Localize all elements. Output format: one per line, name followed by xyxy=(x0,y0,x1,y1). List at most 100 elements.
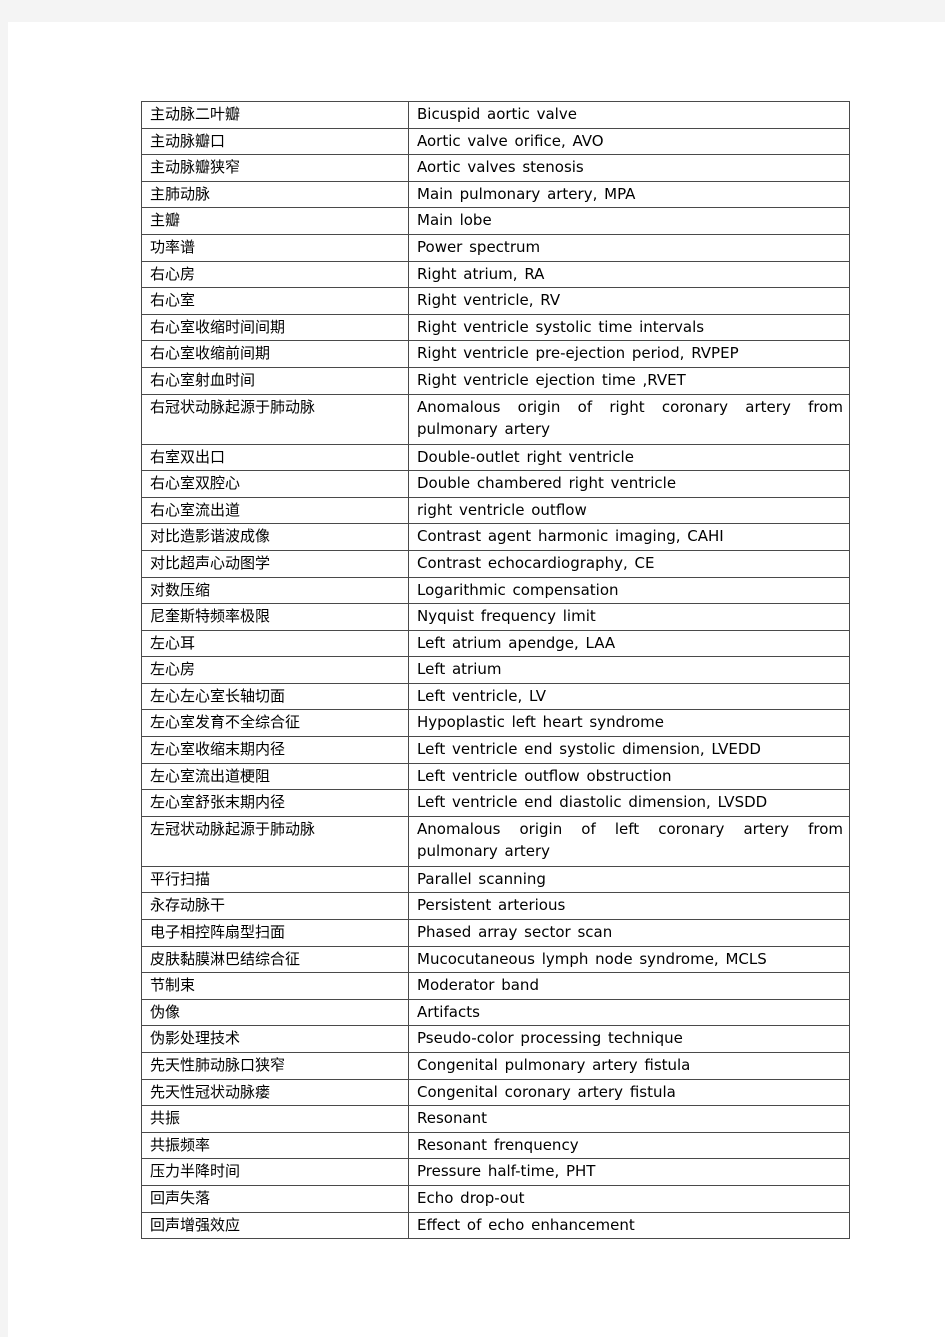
glossary-definition-cell: Moderator band xyxy=(408,972,850,1000)
document-page: 主动脉二叶瓣 Bicuspid aortic valve 主动脉瓣口 Aortic v… xyxy=(8,22,945,1337)
table-row: 左心室收缩末期内径 Left ventricle end systolic dim… xyxy=(141,736,850,764)
glossary-term-cell: 右心室收缩时间间期 xyxy=(141,313,409,342)
table-row: 右心室收缩前间期 Right ventricle pre-ejection per… xyxy=(141,340,850,368)
glossary-definition-cell: Right atrium, RA xyxy=(408,260,850,289)
glossary-term-cell: 右心室双腔心 xyxy=(141,470,409,498)
glossary-definition-cell: Aortic valve orifice, AVO xyxy=(408,127,850,156)
glossary-term-cell: 左心耳 xyxy=(141,629,409,658)
table-row: 节制束 Moderator band xyxy=(141,972,850,1000)
glossary-definition-cell: Hypoplastic left heart syndrome xyxy=(408,709,850,738)
table-row: 右心室双腔心 Double chambered right ventricle xyxy=(141,470,850,498)
glossary-term-cell: 左心室收缩末期内径 xyxy=(141,736,409,764)
glossary-definition-cell: Left ventricle outflow obstruction xyxy=(408,762,850,791)
table-row: 主动脉瓣狭窄 Aortic valves stenosis xyxy=(141,154,850,182)
glossary-definition-cell: Artifacts xyxy=(408,998,850,1027)
glossary-definition-cell: Bicuspid aortic valve xyxy=(408,101,850,129)
table-row: 右心室收缩时间间期 Right ventricle systolic time i… xyxy=(141,313,850,342)
glossary-definition-cell: Contrast agent harmonic imaging, CAHI xyxy=(408,523,850,551)
table-row: 右心房 Right atrium, RA xyxy=(141,260,850,289)
glossary-term-cell: 共振频率 xyxy=(141,1131,409,1160)
glossary-definition-cell: Pseudo-color processing technique xyxy=(408,1025,850,1053)
glossary-term-cell: 先天性冠状动脉瘘 xyxy=(141,1078,409,1107)
glossary-term-cell: 左心左心室长轴切面 xyxy=(141,682,409,711)
table-row: 右心室 Right ventricle, RV xyxy=(141,287,850,315)
table-row: 压力半降时间 Pressure half-time, PHT xyxy=(141,1158,850,1186)
glossary-term-cell: 皮肤黏膜淋巴结综合征 xyxy=(141,945,409,974)
glossary-definition-cell: Echo drop-out xyxy=(408,1184,850,1213)
glossary-term-cell: 左心房 xyxy=(141,656,409,684)
table-row: 左心耳 Left atrium apendge, LAA xyxy=(141,629,850,658)
glossary-definition-cell: Double chambered right ventricle xyxy=(408,470,850,498)
glossary-definition-cell: Contrast echocardiography, CE xyxy=(408,549,850,578)
glossary-definition-cell: Aortic valves stenosis xyxy=(408,154,850,182)
table-row: 左心室舒张末期内径 Left ventricle end diastolic di… xyxy=(141,789,850,817)
glossary-term-cell: 伪像 xyxy=(141,998,409,1027)
table-row: 左心左心室长轴切面 Left ventricle, LV xyxy=(141,682,850,711)
glossary-term-cell: 右心室射血时间 xyxy=(141,366,409,395)
glossary-definition-cell: Left ventricle end systolic dimension, L… xyxy=(408,736,850,764)
glossary-definition-cell: Resonant frenquency xyxy=(408,1131,850,1160)
glossary-term-cell: 主肺动脉 xyxy=(141,180,409,209)
glossary-definition-cell: Effect of echo enhancement xyxy=(408,1211,850,1240)
table-row: 右冠状动脉起源于肺动脉 Anomalous origin of right cor… xyxy=(141,393,850,445)
glossary-term-cell: 左冠状动脉起源于肺动脉 xyxy=(141,815,409,867)
glossary-definition-cell: Left atrium xyxy=(408,656,850,684)
glossary-term-cell: 对比造影谐波成像 xyxy=(141,523,409,551)
table-row: 电子相控阵扇型扫面 Phased array sector scan xyxy=(141,919,850,947)
glossary-term-cell: 对比超声心动图学 xyxy=(141,549,409,578)
table-row: 主动脉二叶瓣 Bicuspid aortic valve xyxy=(141,101,850,129)
table-row: 对数压缩 Logarithmic compensation xyxy=(141,576,850,605)
table-row: 功率谱 Power spectrum xyxy=(141,233,850,262)
glossary-term-cell: 左心室流出道梗阻 xyxy=(141,762,409,791)
glossary-term-cell: 右室双出口 xyxy=(141,443,409,472)
glossary-definition-cell: Left atrium apendge, LAA xyxy=(408,629,850,658)
table-row: 主动脉瓣口 Aortic valve orifice, AVO xyxy=(141,127,850,156)
table-row: 先天性肺动脉口狭窄 Congenital pulmonary artery fis… xyxy=(141,1052,850,1080)
glossary-definition-cell: Mucocutaneous lymph node syndrome, MCLS xyxy=(408,945,850,974)
glossary-term-cell: 左心室发育不全综合征 xyxy=(141,709,409,738)
table-row: 对比超声心动图学 Contrast echocardiography, CE xyxy=(141,549,850,578)
glossary-definition-cell: Power spectrum xyxy=(408,233,850,262)
glossary-term-cell: 回声失落 xyxy=(141,1184,409,1213)
glossary-term-cell: 右心室收缩前间期 xyxy=(141,340,409,368)
glossary-definition-cell: Right ventricle ejection time ,RVET xyxy=(408,366,850,395)
glossary-definition-cell: Logarithmic compensation xyxy=(408,576,850,605)
table-row: 伪像 Artifacts xyxy=(141,998,850,1027)
table-row: 右心室射血时间 Right ventricle ejection time ,RV… xyxy=(141,366,850,395)
glossary-term-cell: 右心室 xyxy=(141,287,409,315)
table-row: 左心室发育不全综合征 Hypoplastic left heart syndrom… xyxy=(141,709,850,738)
glossary-definition-cell: Congenital pulmonary artery fistula xyxy=(408,1052,850,1080)
glossary-term-cell: 主动脉二叶瓣 xyxy=(141,101,409,129)
table-row: 皮肤黏膜淋巴结综合征 Mucocutaneous lymph node syndr… xyxy=(141,945,850,974)
glossary-definition-cell: Nyquist frequency limit xyxy=(408,603,850,631)
glossary-definition-cell: Phased array sector scan xyxy=(408,919,850,947)
table-row: 右室双出口 Double-outlet right ventricle xyxy=(141,443,850,472)
glossary-term-cell: 右心房 xyxy=(141,260,409,289)
glossary-definition-cell: Left ventricle, LV xyxy=(408,682,850,711)
glossary-definition-cell: Double-outlet right ventricle xyxy=(408,443,850,472)
glossary-definition-cell: Resonant xyxy=(408,1105,850,1133)
glossary-term-cell: 右冠状动脉起源于肺动脉 xyxy=(141,393,409,445)
glossary-definition-cell: Right ventricle pre-ejection period, RVP… xyxy=(408,340,850,368)
glossary-definition-cell: Anomalous origin of right coronary arter… xyxy=(408,393,850,445)
table-row: 主瓣 Main lobe xyxy=(141,207,850,235)
glossary-term-cell: 压力半降时间 xyxy=(141,1158,409,1186)
table-row: 左心房 Left atrium xyxy=(141,656,850,684)
glossary-table: 主动脉二叶瓣 Bicuspid aortic valve 主动脉瓣口 Aortic v… xyxy=(141,101,850,1240)
glossary-term-cell: 主动脉瓣狭窄 xyxy=(141,154,409,182)
glossary-term-cell: 尼奎斯特频率极限 xyxy=(141,603,409,631)
table-row: 右心室流出道 right ventricle outflow xyxy=(141,496,850,525)
table-row: 平行扫描 Parallel scanning xyxy=(141,865,850,894)
glossary-term-cell: 主瓣 xyxy=(141,207,409,235)
table-row: 对比造影谐波成像 Contrast agent harmonic imaging,… xyxy=(141,523,850,551)
glossary-definition-cell: Left ventricle end diastolic dimension, … xyxy=(408,789,850,817)
glossary-table-body: 主动脉二叶瓣 Bicuspid aortic valve 主动脉瓣口 Aortic v… xyxy=(141,101,850,1240)
glossary-definition-cell: Parallel scanning xyxy=(408,865,850,894)
glossary-definition-cell: Right ventricle, RV xyxy=(408,287,850,315)
glossary-term-cell: 共振 xyxy=(141,1105,409,1133)
glossary-term-cell: 节制束 xyxy=(141,972,409,1000)
glossary-definition-cell: Pressure half-time, PHT xyxy=(408,1158,850,1186)
table-row: 左心室流出道梗阻 Left ventricle outflow obstructi… xyxy=(141,762,850,791)
table-row: 主肺动脉 Main pulmonary artery, MPA xyxy=(141,180,850,209)
glossary-term-cell: 电子相控阵扇型扫面 xyxy=(141,919,409,947)
